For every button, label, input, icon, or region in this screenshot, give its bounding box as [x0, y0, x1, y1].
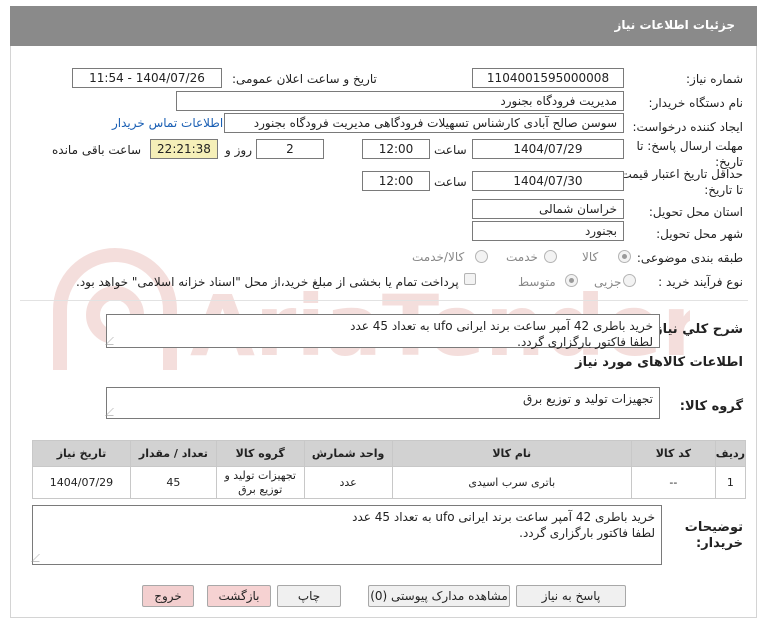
print-button[interactable]: چاپ — [277, 585, 341, 607]
reply-time-label: ساعت — [434, 143, 467, 157]
cell-goods-group: تجهیزات تولید و توزیع برق — [215, 466, 305, 499]
process-radio-minor[interactable] — [623, 274, 636, 287]
validity-time-label: ساعت — [434, 175, 467, 189]
buyer-org-label: نام دستگاه خریدار: — [648, 96, 744, 110]
category-radio-service[interactable] — [544, 250, 557, 263]
price-validity-label: حداقل تاریخ اعتبار قیمت: تا تاریخ: — [616, 167, 743, 197]
treasury-payment-checkbox[interactable] — [464, 273, 476, 285]
separator — [20, 300, 748, 301]
category-option-goods-service: کالا/خدمت — [412, 250, 465, 264]
cell-unit: عدد — [303, 466, 393, 499]
buyer-notes-textarea[interactable]: خرید باطری 42 آمپر ساعت برند ایرانی ufo … — [31, 505, 662, 565]
col-header-goods-code: کد کالا — [630, 440, 716, 467]
delivery-city-label: شهر محل تحویل: — [656, 227, 743, 241]
resize-grip-icon — [105, 408, 121, 416]
need-number-label: شماره نیاز: — [686, 72, 743, 86]
general-desc-textarea[interactable]: خرید باطری 42 آمپر ساعت برند ایرانی ufo … — [105, 314, 660, 349]
page-title: جزئیات اطلاعات نیاز — [614, 18, 735, 32]
need-number-field: 1104001595000008 — [472, 68, 624, 88]
col-header-unit: واحد شمارش — [303, 440, 393, 467]
requester-label: ایجاد کننده درخواست: — [632, 120, 743, 134]
remaining-time-field: 22:21:38 — [150, 139, 218, 159]
buyer-notes-line-2: لطفا فاکتور بارگزاری گردد. — [519, 526, 655, 540]
col-header-need-date: تاریخ نیاز — [32, 440, 131, 467]
cell-row-number: 1 — [714, 466, 747, 499]
buyer-org-field: مدیریت فرودگاه بجنورد — [176, 91, 624, 111]
buyer-notes-line-1: خرید باطری 42 آمپر ساعت برند ایرانی ufo … — [352, 510, 655, 524]
category-radio-goods-service[interactable] — [475, 250, 488, 263]
validity-date-field: 1404/07/30 — [472, 171, 624, 191]
cell-quantity: 45 — [129, 466, 217, 499]
cell-need-date: 1404/07/29 — [32, 466, 131, 499]
days-and-label: روز و — [225, 143, 252, 157]
general-desc-label: شرح کلي نياز: — [649, 322, 743, 337]
cell-goods-code: -- — [630, 466, 716, 499]
buyer-notes-label: توضیحات خریدار: — [684, 520, 743, 551]
buyer-contact-link[interactable]: اطلاعات تماس خریدار — [112, 116, 223, 130]
validity-time-field: 12:00 — [362, 171, 430, 191]
requester-field: سوسن صالح آبادی کارشناس تسهیلات فرودگاهی… — [224, 113, 624, 133]
general-desc-line-2: لطفا فاکتور بارگزاری گردد. — [517, 335, 653, 349]
process-option-minor: جزیی — [594, 275, 622, 289]
remaining-label: ساعت باقی مانده — [52, 143, 142, 157]
back-button[interactable]: بازگشت — [207, 585, 271, 607]
goods-group-value: تجهیزات تولید و توزیع برق — [523, 392, 653, 406]
general-desc-line-1: خرید باطری 42 آمپر ساعت برند ایرانی ufo … — [350, 319, 653, 333]
delivery-province-label: استان محل تحویل: — [648, 205, 743, 219]
goods-group-label: گروه کالا: — [679, 399, 743, 414]
province-field: خراسان شمالی — [472, 199, 624, 219]
view-docs-button[interactable]: مشاهده مدارک پیوستی (0) — [368, 585, 510, 607]
announce-datetime-field: 1404/07/26 - 11:54 — [72, 68, 222, 88]
title-bar: جزئیات اطلاعات نیاز — [10, 6, 757, 46]
treasury-payment-note: پرداخت تمام یا بخشی از مبلغ خرید،از محل … — [76, 275, 459, 289]
table-row[interactable]: 1 -- باتری سرب اسیدی عدد تجهیزات تولید و… — [32, 466, 747, 499]
process-type-label: نوع فرآیند خرید : — [658, 275, 743, 289]
category-label: طبقه بندی موضوعی: — [636, 251, 743, 265]
col-header-row-number: ردیف — [714, 440, 747, 467]
reply-date-field: 1404/07/29 — [472, 139, 624, 159]
city-field: بجنورد — [472, 221, 624, 241]
category-option-goods: کالا — [582, 250, 599, 264]
reply-days-field: 2 — [256, 139, 324, 159]
col-header-goods-group: گروه کالا — [215, 440, 305, 467]
announce-datetime-label: تاریخ و ساعت اعلان عمومی: — [232, 72, 377, 86]
process-option-medium: متوسط — [518, 275, 556, 289]
cell-goods-name: باتری سرب اسیدی — [391, 466, 632, 499]
reply-time-field: 12:00 — [362, 139, 430, 159]
goods-info-heading: اطلاعات کالاهای مورد نیاز — [575, 355, 743, 370]
category-option-service: خدمت — [506, 250, 538, 264]
reply-button[interactable]: پاسخ به نیاز — [516, 585, 626, 607]
resize-grip-icon — [31, 554, 47, 562]
exit-button[interactable]: خروج — [142, 585, 194, 607]
process-radio-medium[interactable] — [565, 274, 578, 287]
col-header-goods-name: نام کالا — [391, 440, 632, 467]
goods-group-field[interactable]: تجهیزات تولید و توزیع برق — [105, 387, 660, 419]
table-header-row: ردیف کد کالا نام کالا واحد شمارش گروه کا… — [32, 440, 747, 467]
col-header-quantity: تعداد / مقدار — [129, 440, 217, 467]
category-radio-goods[interactable] — [618, 250, 631, 263]
goods-table: ردیف کد کالا نام کالا واحد شمارش گروه کا… — [32, 440, 747, 499]
